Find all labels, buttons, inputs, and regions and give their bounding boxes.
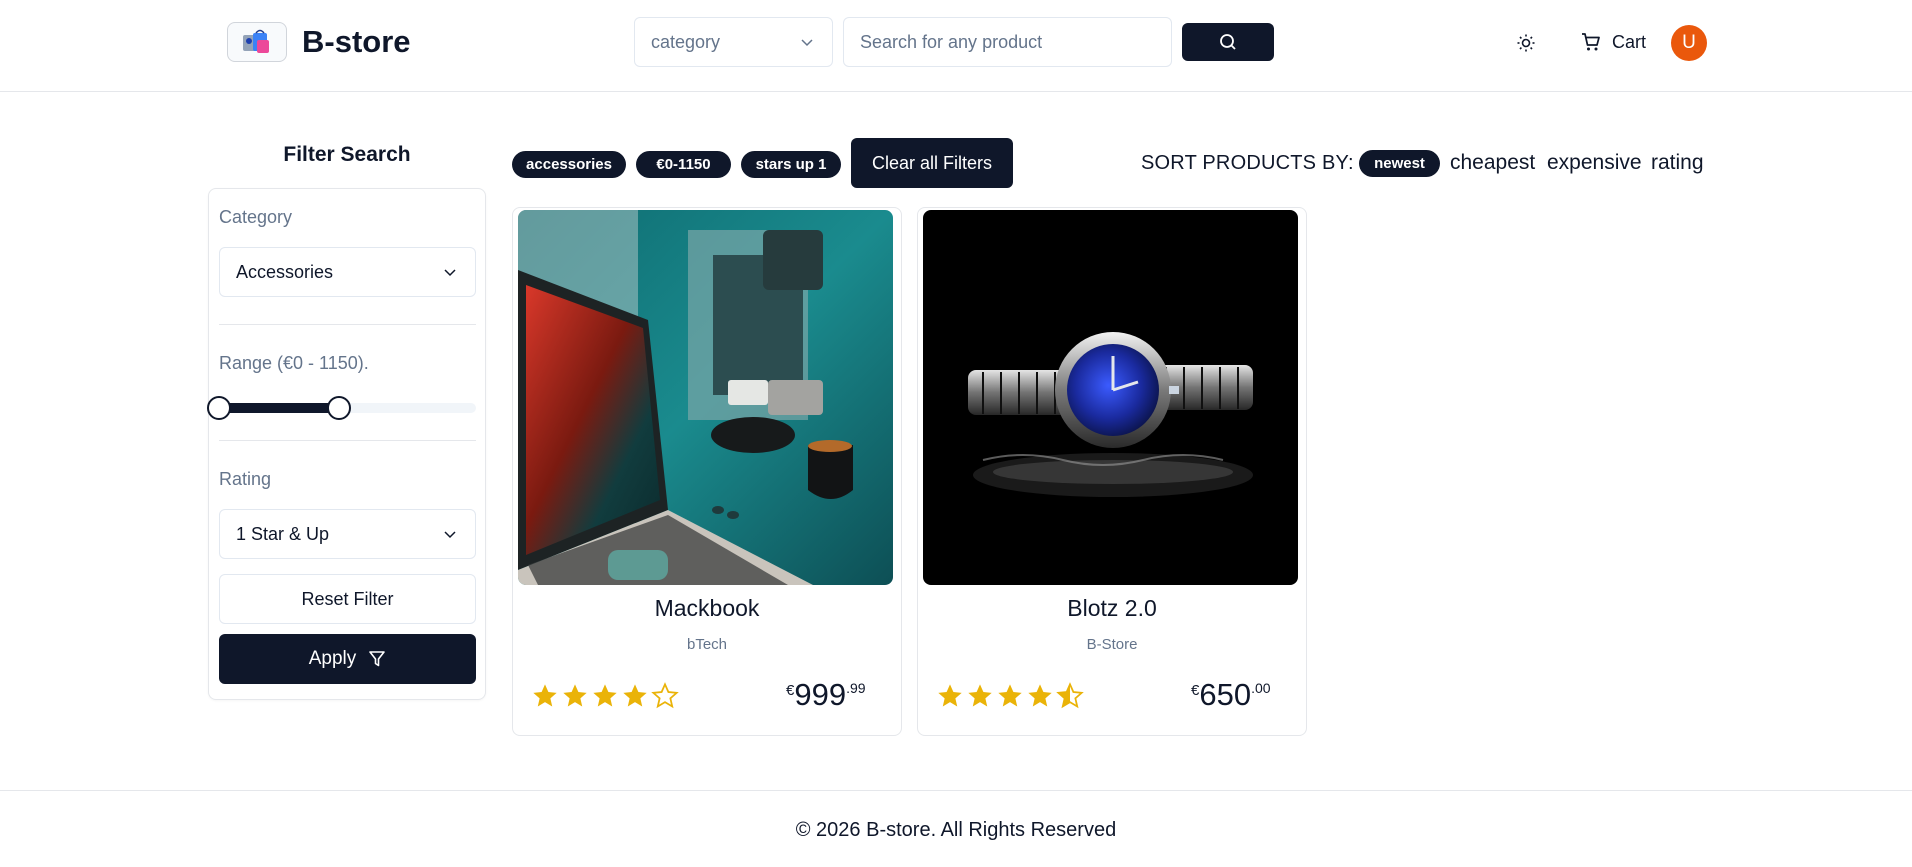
product-name[interactable]: Blotz 2.0 (918, 595, 1306, 622)
category-filter-select[interactable]: Accessories (219, 247, 476, 297)
divider (219, 440, 476, 441)
sort-option-cheapest[interactable]: cheapest (1450, 151, 1535, 175)
star-filled-icon (563, 684, 587, 707)
brand-name[interactable]: B-store (302, 22, 411, 62)
filter-chip-price[interactable]: €0-1150 (636, 151, 731, 178)
category-label: Category (219, 207, 293, 227)
product-brand: bTech (686, 636, 728, 653)
sort-option-newest[interactable]: newest (1359, 150, 1440, 177)
chevron-down-icon (801, 39, 813, 47)
sort-option-expensive[interactable]: expensive (1547, 151, 1642, 175)
reset-filter-button[interactable]: Reset Filter (219, 574, 476, 624)
product-name[interactable]: Mackbook (513, 595, 901, 622)
range-max-handle[interactable] (327, 396, 351, 420)
copyright-text: © 2026 B-store. All Rights Reserved (795, 819, 1117, 841)
sort-label: SORT PRODUCTS BY: (1141, 152, 1354, 174)
search-icon (1220, 34, 1236, 50)
cart-icon (1582, 33, 1600, 51)
sort-option-rating[interactable]: rating (1651, 151, 1704, 175)
product-price: € 650 .00 (1191, 678, 1271, 712)
price-cents: .99 (846, 680, 866, 696)
filter-search-title: Filter Search (283, 143, 411, 166)
cart-button[interactable]: Cart (1580, 26, 1646, 58)
range-min-handle[interactable] (207, 396, 231, 420)
divider (219, 324, 476, 325)
price-main: 999 (794, 677, 847, 712)
shopping-bags-icon (243, 29, 269, 53)
user-avatar[interactable]: U (1671, 25, 1707, 61)
price-main: 650 (1199, 677, 1252, 712)
price-range-label: Range (€0 - 1150). (219, 353, 369, 373)
price-range-fill (219, 403, 339, 413)
apply-label: Apply (308, 648, 357, 669)
rating-label: Rating (219, 469, 272, 489)
price-range-slider[interactable] (207, 396, 476, 420)
product-price: € 999 .99 (786, 678, 866, 712)
footer: © 2026 B-store. All Rights Reserved (0, 790, 1912, 867)
filter-chip-rating[interactable]: stars up 1 (741, 151, 841, 178)
chevron-down-icon (444, 269, 456, 277)
sun-icon (1517, 34, 1535, 52)
product-card[interactable]: Mackbook bTech € 999 .99 (512, 207, 902, 736)
star-filled-icon (533, 684, 557, 707)
star-filled-icon (968, 684, 992, 707)
product-rating-stars (936, 682, 1084, 710)
rating-filter-select[interactable]: 1 Star & Up (219, 509, 476, 559)
search-input[interactable] (843, 17, 1172, 67)
filter-funnel-icon (369, 651, 386, 667)
price-currency: € (786, 682, 795, 699)
star-filled-icon (938, 684, 962, 707)
star-filled-icon (623, 684, 647, 707)
product-brand: B-Store (1086, 636, 1138, 653)
category-filter-value: Accessories (236, 261, 334, 282)
price-currency: € (1191, 682, 1200, 699)
header: B-store category Cart U (0, 0, 1912, 92)
star-filled-icon (593, 684, 617, 707)
product-card[interactable]: Blotz 2.0 B-Store € 650 .00 (917, 207, 1307, 736)
category-select-value: category (651, 31, 721, 52)
star-empty-icon (651, 682, 679, 709)
star-filled-icon (1028, 684, 1052, 707)
cart-label: Cart (1612, 31, 1647, 52)
price-cents: .00 (1251, 680, 1271, 696)
category-select[interactable]: category (634, 17, 833, 67)
star-half-icon (1056, 682, 1084, 709)
star-filled-icon (998, 684, 1022, 707)
clear-all-filters-button[interactable]: Clear all Filters (851, 138, 1013, 188)
apply-filter-button[interactable]: Apply (219, 634, 476, 684)
filter-chip-category[interactable]: accessories (512, 151, 626, 178)
search-button[interactable] (1182, 23, 1274, 61)
theme-toggle-button[interactable] (1512, 29, 1540, 57)
logo[interactable] (227, 22, 287, 62)
filter-sidebar: Category Accessories Range (€0 - 1150). … (207, 188, 486, 700)
rating-filter-value: 1 Star & Up (236, 523, 330, 544)
chevron-down-icon (444, 531, 456, 539)
product-image-watch[interactable] (923, 210, 1298, 585)
product-rating-stars (531, 682, 679, 710)
product-image-laptop[interactable] (518, 210, 893, 585)
